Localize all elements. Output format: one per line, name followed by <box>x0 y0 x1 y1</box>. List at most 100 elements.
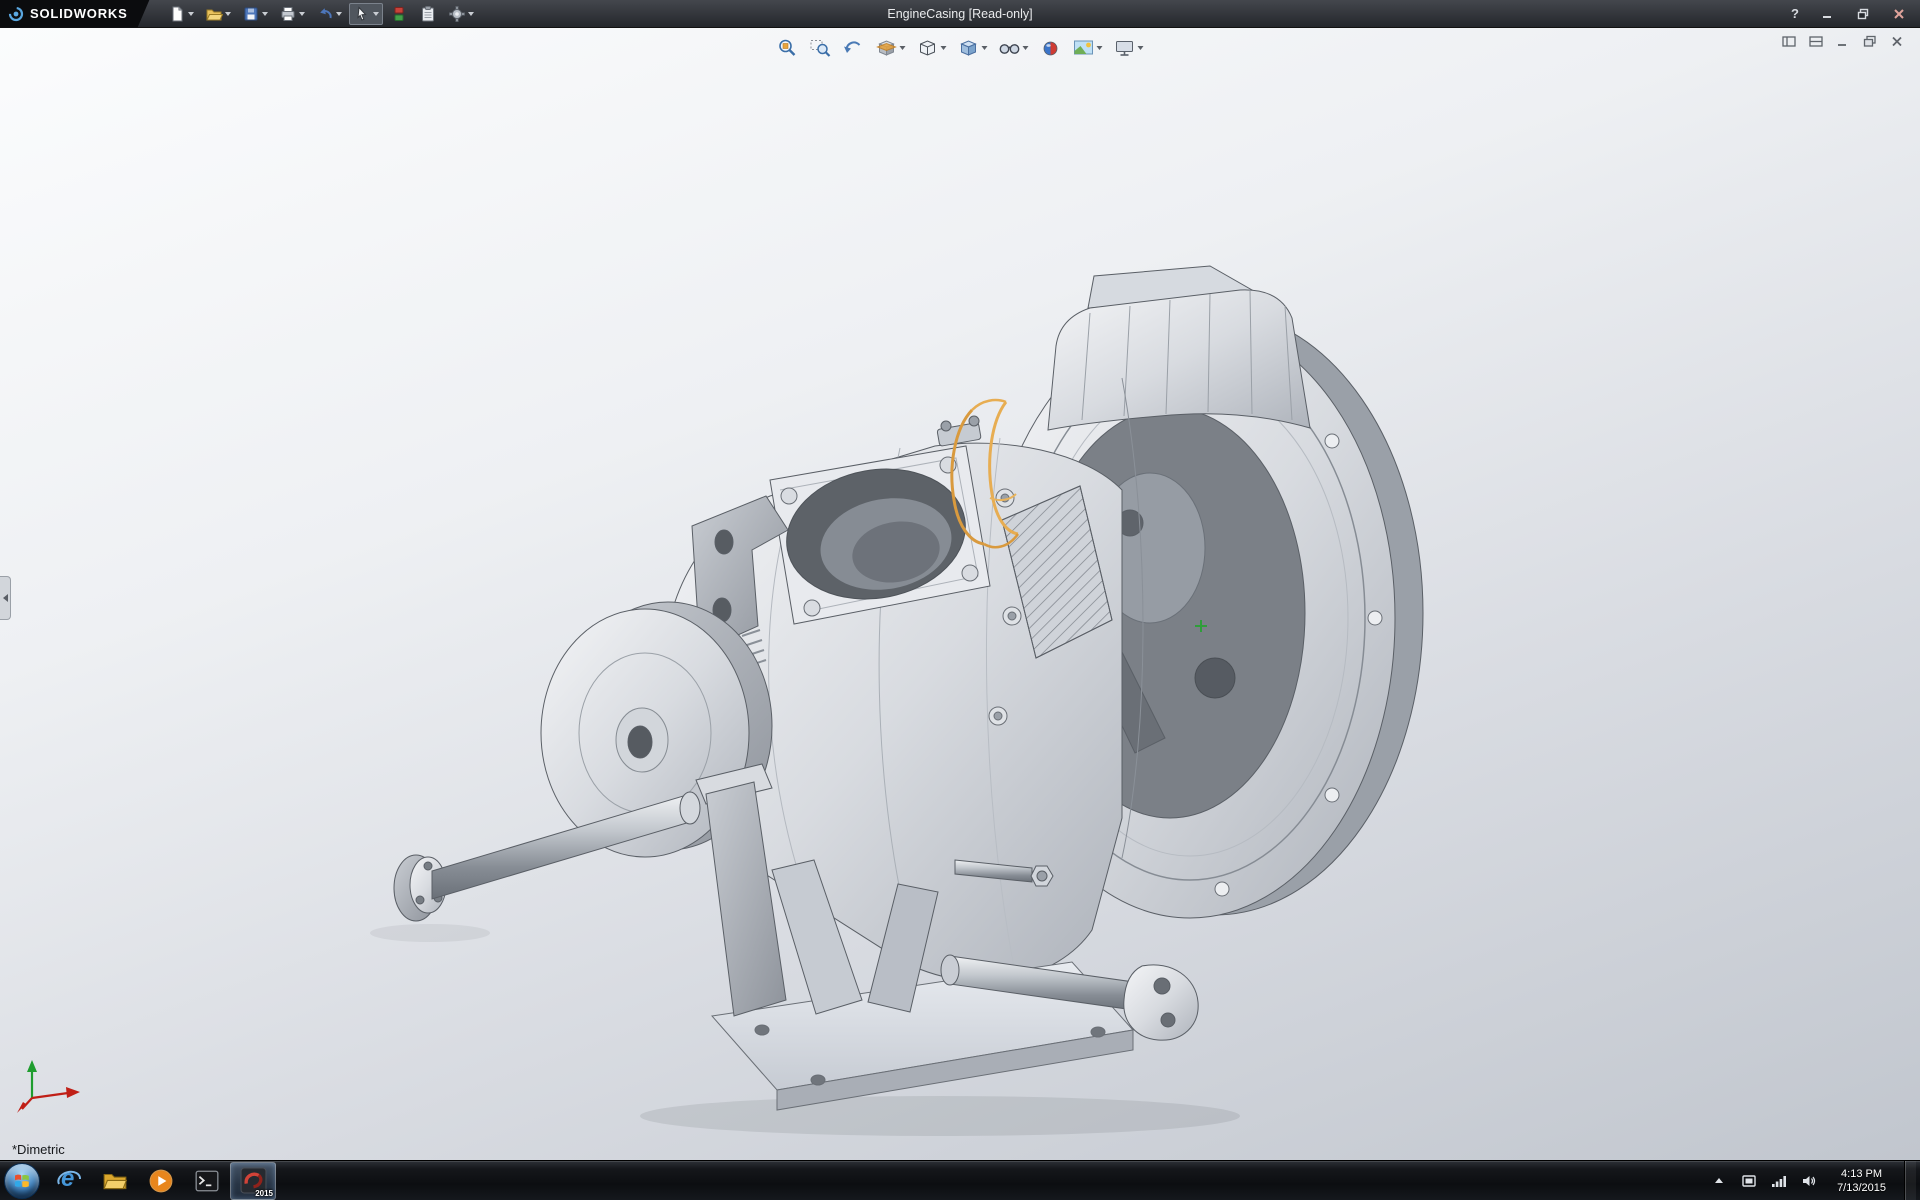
clock-time: 4:13 PM <box>1841 1167 1882 1181</box>
reference-triad <box>16 1052 88 1114</box>
chevron-up-icon <box>1715 1178 1723 1183</box>
zoom-to-fit-icon <box>777 38 799 58</box>
tray-app-icon <box>1741 1173 1757 1189</box>
display-style-button[interactable] <box>956 36 990 60</box>
doc-close-button[interactable] <box>1888 34 1906 49</box>
taskbar-command-prompt[interactable] <box>184 1162 230 1200</box>
engine-casing-model[interactable] <box>0 28 1920 1160</box>
hide-show-items-button[interactable] <box>997 36 1031 60</box>
chevron-down-icon <box>188 12 194 16</box>
appearance-sphere-icon <box>1040 38 1062 58</box>
clock-date: 7/13/2015 <box>1837 1181 1886 1195</box>
titlebar-controls: ? <box>1786 5 1920 23</box>
headsup-view-toolbar <box>775 36 1146 60</box>
chevron-left-icon <box>3 594 8 602</box>
open-button[interactable] <box>201 3 235 25</box>
zoom-to-area-icon <box>810 38 832 58</box>
help-button[interactable]: ? <box>1786 6 1804 21</box>
document-window-controls <box>1780 34 1906 49</box>
brand-text: SOLIDWORKS <box>30 6 128 21</box>
feature-pane-button[interactable] <box>1780 34 1798 49</box>
file-properties-button[interactable] <box>415 3 441 25</box>
view-orientation-label: *Dimetric <box>12 1142 65 1157</box>
windows-flag-icon <box>12 1171 32 1191</box>
ie-orbit-ring <box>56 1168 82 1194</box>
chevron-down-icon <box>941 46 947 50</box>
view-orientation-button[interactable] <box>915 36 949 60</box>
network-icon <box>1771 1173 1787 1189</box>
doc-restore-button[interactable] <box>1861 34 1879 49</box>
chevron-down-icon <box>336 12 342 16</box>
select-cursor-icon <box>353 5 371 23</box>
taskbar-clock[interactable]: 4:13 PM 7/13/2015 <box>1829 1167 1894 1195</box>
split-icon <box>1809 35 1824 48</box>
chevron-down-icon <box>1138 46 1144 50</box>
taskbar-solidworks[interactable]: 2015 <box>230 1162 276 1200</box>
edit-appearance-button[interactable] <box>1038 36 1064 60</box>
new-document-icon <box>168 5 186 23</box>
save-button[interactable] <box>238 3 272 25</box>
show-hidden-icons-button[interactable] <box>1709 1168 1729 1194</box>
apply-scene-button[interactable] <box>1071 36 1105 60</box>
close-button[interactable] <box>1886 5 1912 23</box>
titlebar: SOLIDWORKS <box>0 0 1920 28</box>
tray-app-button[interactable] <box>1739 1168 1759 1194</box>
minimize-button[interactable] <box>1814 5 1840 23</box>
solidworks-logo: SOLIDWORKS <box>0 0 150 28</box>
chevron-down-icon <box>1097 46 1103 50</box>
taskbar-internet-explorer[interactable]: e <box>46 1162 92 1200</box>
taskbar-file-explorer[interactable] <box>92 1162 138 1200</box>
doc-minimize-button[interactable] <box>1834 34 1852 49</box>
speaker-icon <box>1801 1173 1817 1189</box>
save-icon <box>242 5 260 23</box>
chevron-down-icon <box>225 12 231 16</box>
volume-button[interactable] <box>1799 1168 1819 1194</box>
close-icon <box>1893 8 1905 20</box>
undo-button[interactable] <box>312 3 346 25</box>
previous-view-button[interactable] <box>841 36 867 60</box>
folder-icon <box>102 1169 128 1193</box>
rebuild-icon <box>390 5 408 23</box>
feature-panel-collapse-tab[interactable] <box>0 576 11 620</box>
chevron-down-icon <box>1023 46 1029 50</box>
dassault-swirl-icon <box>8 6 24 22</box>
restore-icon <box>1863 35 1878 48</box>
solidworks-year-badge: 2015 <box>255 1189 273 1198</box>
view-orientation-cube-icon <box>917 38 939 58</box>
chevron-down-icon <box>373 12 379 16</box>
zoom-to-area-button[interactable] <box>808 36 834 60</box>
zoom-to-fit-button[interactable] <box>775 36 801 60</box>
undo-icon <box>316 5 334 23</box>
section-view-button[interactable] <box>874 36 908 60</box>
display-style-cube-icon <box>958 38 980 58</box>
options-button[interactable] <box>444 3 478 25</box>
command-prompt-icon <box>194 1169 220 1193</box>
system-tray: 4:13 PM 7/13/2015 <box>1709 1161 1920 1200</box>
previous-view-icon <box>843 38 865 58</box>
network-button[interactable] <box>1769 1168 1789 1194</box>
close-icon <box>1890 35 1905 48</box>
restore-button[interactable] <box>1850 5 1876 23</box>
print-button[interactable] <box>275 3 309 25</box>
show-desktop-button[interactable] <box>1904 1161 1916 1200</box>
media-player-icon <box>148 1168 174 1194</box>
pane-icon <box>1782 35 1797 48</box>
view-settings-button[interactable] <box>1112 36 1146 60</box>
new-button[interactable] <box>164 3 198 25</box>
chevron-down-icon <box>299 12 305 16</box>
open-folder-icon <box>205 5 223 23</box>
graphics-viewport[interactable]: *Dimetric <box>0 28 1920 1160</box>
chevron-down-icon <box>468 12 474 16</box>
chevron-down-icon <box>900 46 906 50</box>
glasses-icon <box>999 38 1021 58</box>
minimize-icon <box>1836 35 1851 48</box>
start-button[interactable] <box>4 1163 40 1199</box>
rebuild-button[interactable] <box>386 3 412 25</box>
restore-icon <box>1857 8 1869 20</box>
select-button[interactable] <box>349 3 383 25</box>
taskbar-media-player[interactable] <box>138 1162 184 1200</box>
view-settings-icon <box>1114 38 1136 58</box>
section-view-icon <box>876 38 898 58</box>
split-view-button[interactable] <box>1807 34 1825 49</box>
quick-access-toolbar <box>164 3 478 25</box>
